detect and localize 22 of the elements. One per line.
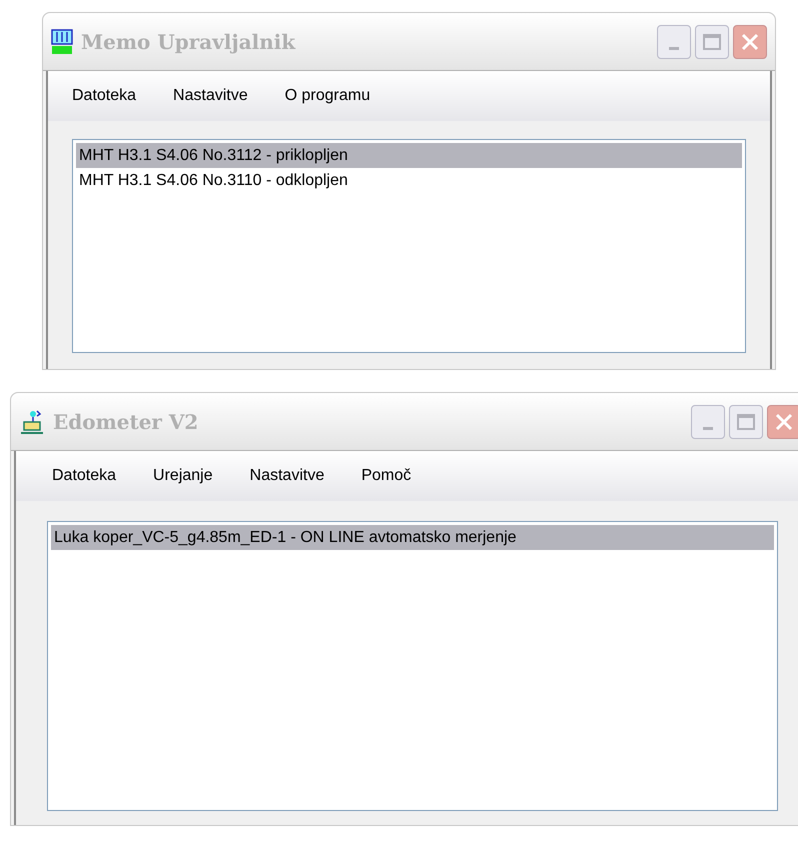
close-button[interactable] [767, 404, 798, 438]
menu-item[interactable]: O programu [284, 84, 370, 108]
close-icon [740, 32, 760, 52]
menu-item[interactable]: Nastavitve [250, 464, 324, 488]
menu-item[interactable]: Datoteka [72, 84, 136, 108]
window-title: Memo Upravljalnik [81, 28, 297, 56]
list-item[interactable]: MHT H3.1 S4.06 No.3110 - odklopljen [76, 168, 742, 193]
list-item[interactable]: Luka koper_VC-5_g4.85m_ED-1 - ON LINE avtomatsko merjenje [51, 525, 774, 550]
list-item[interactable]: MHT H3.1 S4.06 No.3112 - priklopljen [76, 143, 742, 168]
menu-item[interactable]: Datoteka [52, 464, 116, 488]
app-icon [51, 28, 73, 54]
app-icon [19, 408, 45, 434]
minimize-button[interactable] [691, 404, 725, 438]
close-icon [774, 412, 794, 432]
maximize-button[interactable] [695, 24, 729, 58]
menu-item[interactable]: Pomoč [361, 464, 412, 488]
maximize-button[interactable] [729, 404, 763, 438]
menu-item[interactable]: Nastavitve [173, 84, 248, 108]
menu-item[interactable]: Urejanje [153, 464, 213, 488]
window-title: Edometer V2 [53, 408, 200, 436]
close-button[interactable] [733, 24, 767, 58]
minimize-button[interactable] [657, 24, 691, 58]
